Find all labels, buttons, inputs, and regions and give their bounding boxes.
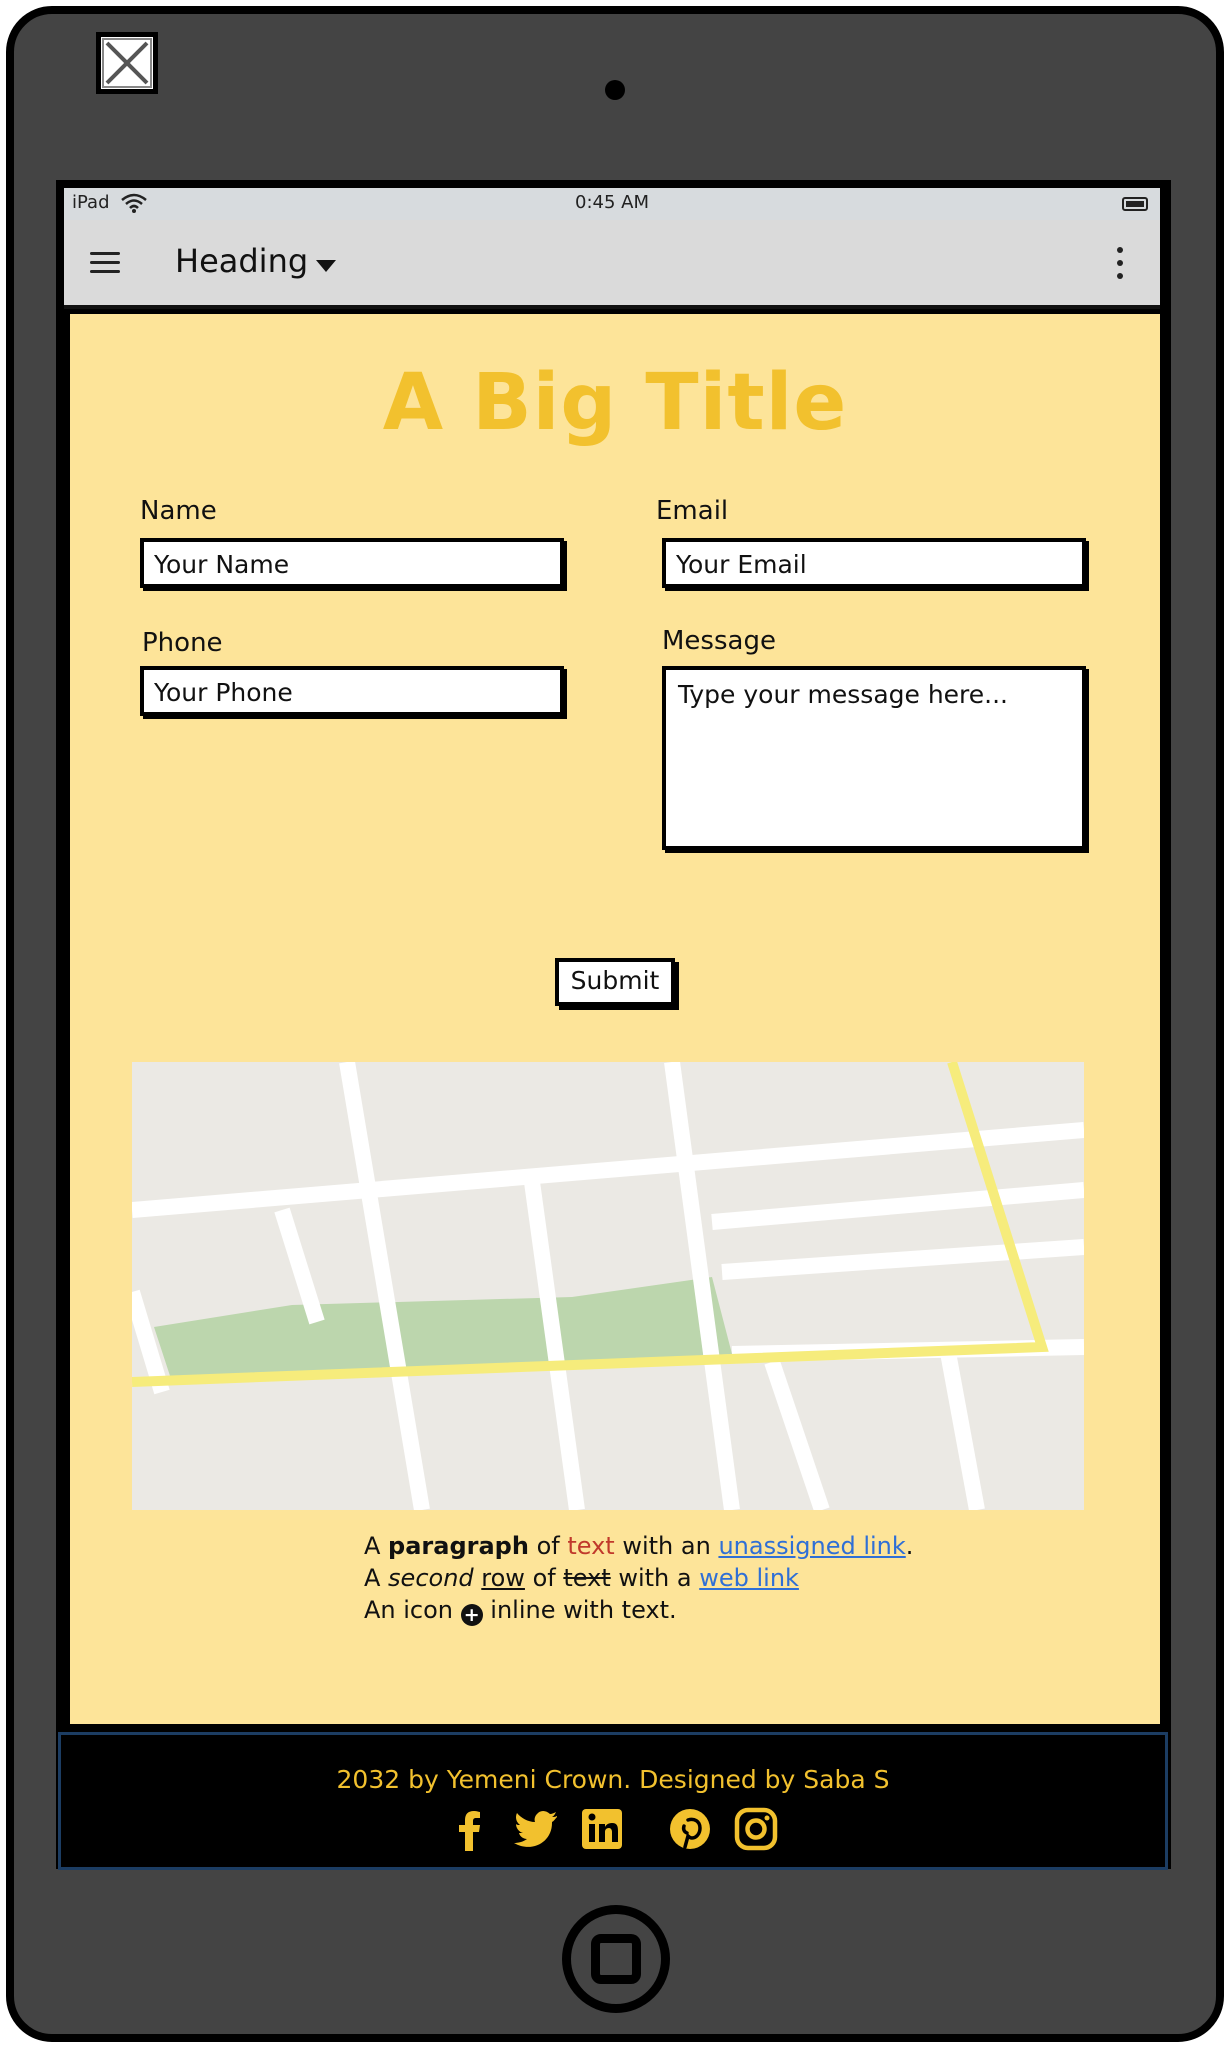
paragraph-text: A paragraph of text with an unassigned l… [364, 1530, 924, 1626]
plus-circle-icon: + [460, 1604, 483, 1626]
footer: 2032 by Yemeni Crown. Designed by Saba S [58, 1732, 1168, 1870]
pinterest-icon[interactable] [666, 1805, 714, 1853]
home-button-square-icon [591, 1934, 641, 1984]
twitter-icon[interactable] [512, 1805, 560, 1853]
main-content: A Big Title Name Your Name Email Your Em… [70, 314, 1160, 1724]
social-links [61, 1805, 1165, 1853]
web-link[interactable]: web link [699, 1564, 799, 1592]
map-graphic [132, 1062, 1084, 1510]
phone-label: Phone [142, 628, 223, 658]
facebook-icon[interactable] [446, 1805, 494, 1853]
paragraph-line-3: An icon + inline with text. [364, 1596, 677, 1626]
battery-icon [1122, 197, 1148, 211]
camera-icon [605, 80, 625, 100]
close-placeholder-icon[interactable] [96, 32, 158, 94]
red-text: text [567, 1532, 615, 1560]
message-textarea[interactable]: Type your message here... [662, 666, 1086, 850]
message-label: Message [662, 626, 776, 656]
status-time: 0:45 AM [575, 192, 649, 213]
email-input[interactable]: Your Email [662, 538, 1086, 588]
map[interactable] [132, 1062, 1084, 1510]
footer-credit: 2032 by Yemeni Crown. Designed by Saba S [336, 1765, 890, 1794]
unassigned-link[interactable]: unassigned link [718, 1532, 905, 1560]
app-bar-heading[interactable]: Heading [175, 242, 308, 280]
paragraph-line-1: A paragraph of text with an unassigned l… [364, 1532, 914, 1560]
paragraph-line-2: A second row of text with a web link [364, 1564, 799, 1592]
phone-input[interactable]: Your Phone [140, 666, 564, 716]
name-input[interactable]: Your Name [140, 538, 564, 588]
instagram-icon[interactable] [732, 1805, 780, 1853]
more-vertical-icon[interactable] [1115, 245, 1125, 281]
caret-down-icon[interactable] [316, 260, 336, 272]
status-bar: iPad 0:45 AM [64, 188, 1160, 220]
page-title: A Big Title [382, 358, 848, 448]
linkedin-icon[interactable] [578, 1805, 626, 1853]
name-label: Name [140, 496, 217, 526]
submit-button[interactable]: Submit [555, 958, 675, 1006]
email-label: Email [656, 496, 729, 526]
hamburger-menu-icon[interactable] [90, 250, 120, 276]
app-bar: Heading [64, 220, 1160, 309]
